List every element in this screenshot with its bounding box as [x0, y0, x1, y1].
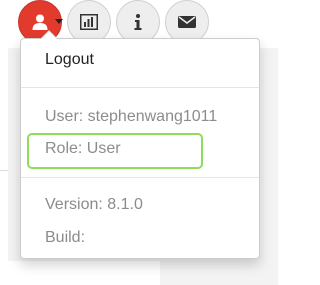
user-dropdown-menu: Logout User: stephenwang1011 Role: User …: [20, 30, 260, 259]
user-info: User: stephenwang1011: [45, 108, 218, 125]
page-bottom-panel: [0, 261, 160, 285]
caret-down-icon[interactable]: [55, 19, 63, 24]
menu-divider: [21, 87, 259, 88]
logout-link[interactable]: Logout: [45, 50, 94, 70]
user-icon: [32, 14, 48, 30]
bar-chart-icon: [80, 14, 98, 30]
menu-divider: [21, 177, 259, 178]
version-info: Version: 8.1.0: [45, 196, 143, 213]
page-left-strip: [0, 48, 8, 285]
info-icon: [134, 14, 142, 30]
build-info: Build:: [45, 229, 86, 246]
envelope-icon: [178, 16, 196, 28]
role-info: Role: User: [45, 140, 121, 157]
page-left-divider: [0, 170, 8, 171]
dropdown-arrow-fill: [41, 31, 57, 39]
